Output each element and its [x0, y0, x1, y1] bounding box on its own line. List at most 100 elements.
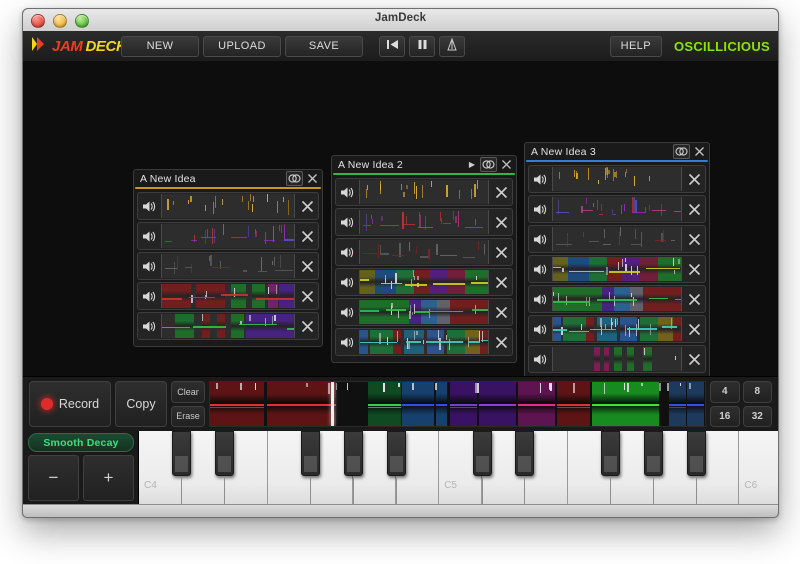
piano-black-key[interactable]	[472, 431, 492, 476]
close-icon[interactable]	[490, 215, 512, 230]
octave-up-button[interactable]: +	[83, 455, 134, 501]
track-row[interactable]	[137, 192, 319, 220]
speaker-icon[interactable]	[529, 323, 551, 336]
speaker-icon[interactable]	[529, 173, 551, 186]
piano-black-key[interactable]	[301, 431, 321, 476]
track-row[interactable]	[528, 315, 706, 343]
track-waveform[interactable]	[359, 210, 489, 234]
speaker-icon[interactable]	[336, 246, 358, 259]
piano-black-key[interactable]	[172, 431, 192, 476]
quantize-8-button[interactable]: 8	[742, 381, 772, 403]
speaker-icon[interactable]	[336, 186, 358, 199]
track-row[interactable]	[528, 345, 706, 373]
track-row[interactable]	[335, 328, 513, 356]
quantize-16-button[interactable]: 16	[710, 405, 740, 427]
close-icon[interactable]	[296, 229, 318, 244]
track-row[interactable]	[528, 255, 706, 283]
track-waveform[interactable]	[161, 314, 295, 338]
track-row[interactable]	[528, 285, 706, 313]
track-waveform[interactable]	[552, 287, 682, 311]
merge-tracks-icon[interactable]	[286, 171, 303, 186]
record-button[interactable]: Record	[29, 381, 111, 427]
speaker-icon[interactable]	[529, 233, 551, 246]
panel-a-new-idea[interactable]: A New Idea	[133, 169, 323, 347]
window-titlebar[interactable]: JamDeck	[23, 9, 778, 32]
speaker-icon[interactable]	[138, 230, 160, 243]
close-icon[interactable]	[683, 232, 705, 247]
close-icon[interactable]	[683, 172, 705, 187]
speaker-icon[interactable]	[336, 216, 358, 229]
panel-a-new-idea-3[interactable]: A New Idea 3	[524, 142, 710, 377]
track-waveform[interactable]	[161, 194, 295, 218]
track-row[interactable]	[137, 312, 319, 340]
track-row[interactable]	[528, 165, 706, 193]
panel-header[interactable]: A New Idea	[134, 170, 322, 187]
speaker-icon[interactable]	[529, 263, 551, 276]
track-waveform[interactable]	[552, 197, 682, 221]
help-button[interactable]: HELP	[609, 35, 662, 57]
upload-button[interactable]: UPLOAD	[203, 35, 281, 57]
track-waveform[interactable]	[161, 284, 295, 308]
erase-button[interactable]: Erase	[171, 405, 205, 427]
speaker-icon[interactable]	[138, 320, 160, 333]
piano-keyboard[interactable]: C4 C5 C6	[138, 431, 778, 505]
close-icon[interactable]	[683, 202, 705, 217]
piano-black-key[interactable]	[343, 431, 363, 476]
track-waveform[interactable]	[552, 257, 682, 281]
close-icon[interactable]	[296, 319, 318, 334]
track-row[interactable]	[335, 298, 513, 326]
close-icon[interactable]	[692, 145, 706, 158]
quantize-32-button[interactable]: 32	[742, 405, 772, 427]
track-waveform[interactable]	[552, 317, 682, 341]
quantize-4-button[interactable]: 4	[710, 381, 740, 403]
close-icon[interactable]	[683, 322, 705, 337]
new-button[interactable]: NEW	[121, 35, 199, 57]
piano-black-key[interactable]	[601, 431, 621, 476]
track-row[interactable]	[137, 252, 319, 280]
piano-white-key[interactable]: C6	[739, 431, 778, 505]
octave-down-button[interactable]: −	[28, 455, 79, 501]
close-icon[interactable]	[683, 292, 705, 307]
track-row[interactable]	[335, 208, 513, 236]
track-waveform[interactable]	[359, 300, 489, 324]
close-icon[interactable]	[490, 305, 512, 320]
speaker-icon[interactable]	[336, 276, 358, 289]
track-waveform[interactable]	[552, 227, 682, 251]
oscillicious-brand[interactable]: OSCILLICIOUS	[666, 39, 778, 54]
save-button[interactable]: SAVE	[285, 35, 363, 57]
piano-black-key[interactable]	[215, 431, 235, 476]
track-row[interactable]	[528, 195, 706, 223]
close-icon[interactable]	[490, 185, 512, 200]
close-icon[interactable]	[490, 245, 512, 260]
track-row[interactable]	[335, 268, 513, 296]
track-row[interactable]	[335, 238, 513, 266]
sequencer-timeline[interactable]	[209, 381, 706, 427]
track-waveform[interactable]	[161, 224, 295, 248]
song-canvas[interactable]: A New Idea A New Idea 2 ▶ A New Idea 3	[23, 61, 778, 377]
copy-button[interactable]: Copy	[115, 381, 167, 427]
track-waveform[interactable]	[552, 347, 682, 371]
speaker-icon[interactable]	[529, 353, 551, 366]
clear-button[interactable]: Clear	[171, 381, 205, 403]
metronome-button[interactable]	[439, 35, 465, 57]
track-waveform[interactable]	[359, 240, 489, 264]
speaker-icon[interactable]	[336, 306, 358, 319]
close-icon[interactable]	[499, 158, 513, 171]
track-row[interactable]	[137, 222, 319, 250]
close-icon[interactable]	[490, 335, 512, 350]
close-icon[interactable]	[296, 259, 318, 274]
piano-black-key[interactable]	[515, 431, 535, 476]
rewind-button[interactable]	[379, 35, 405, 57]
speaker-icon[interactable]	[138, 290, 160, 303]
speaker-icon[interactable]	[138, 260, 160, 273]
speaker-icon[interactable]	[529, 203, 551, 216]
piano-black-key[interactable]	[644, 431, 664, 476]
piano-black-key[interactable]	[687, 431, 706, 476]
track-waveform[interactable]	[359, 270, 489, 294]
close-icon[interactable]	[296, 289, 318, 304]
speaker-icon[interactable]	[336, 336, 358, 349]
track-waveform[interactable]	[161, 254, 295, 278]
track-waveform[interactable]	[552, 167, 682, 191]
smooth-decay-button[interactable]: Smooth Decay	[28, 433, 134, 452]
speaker-icon[interactable]	[529, 293, 551, 306]
